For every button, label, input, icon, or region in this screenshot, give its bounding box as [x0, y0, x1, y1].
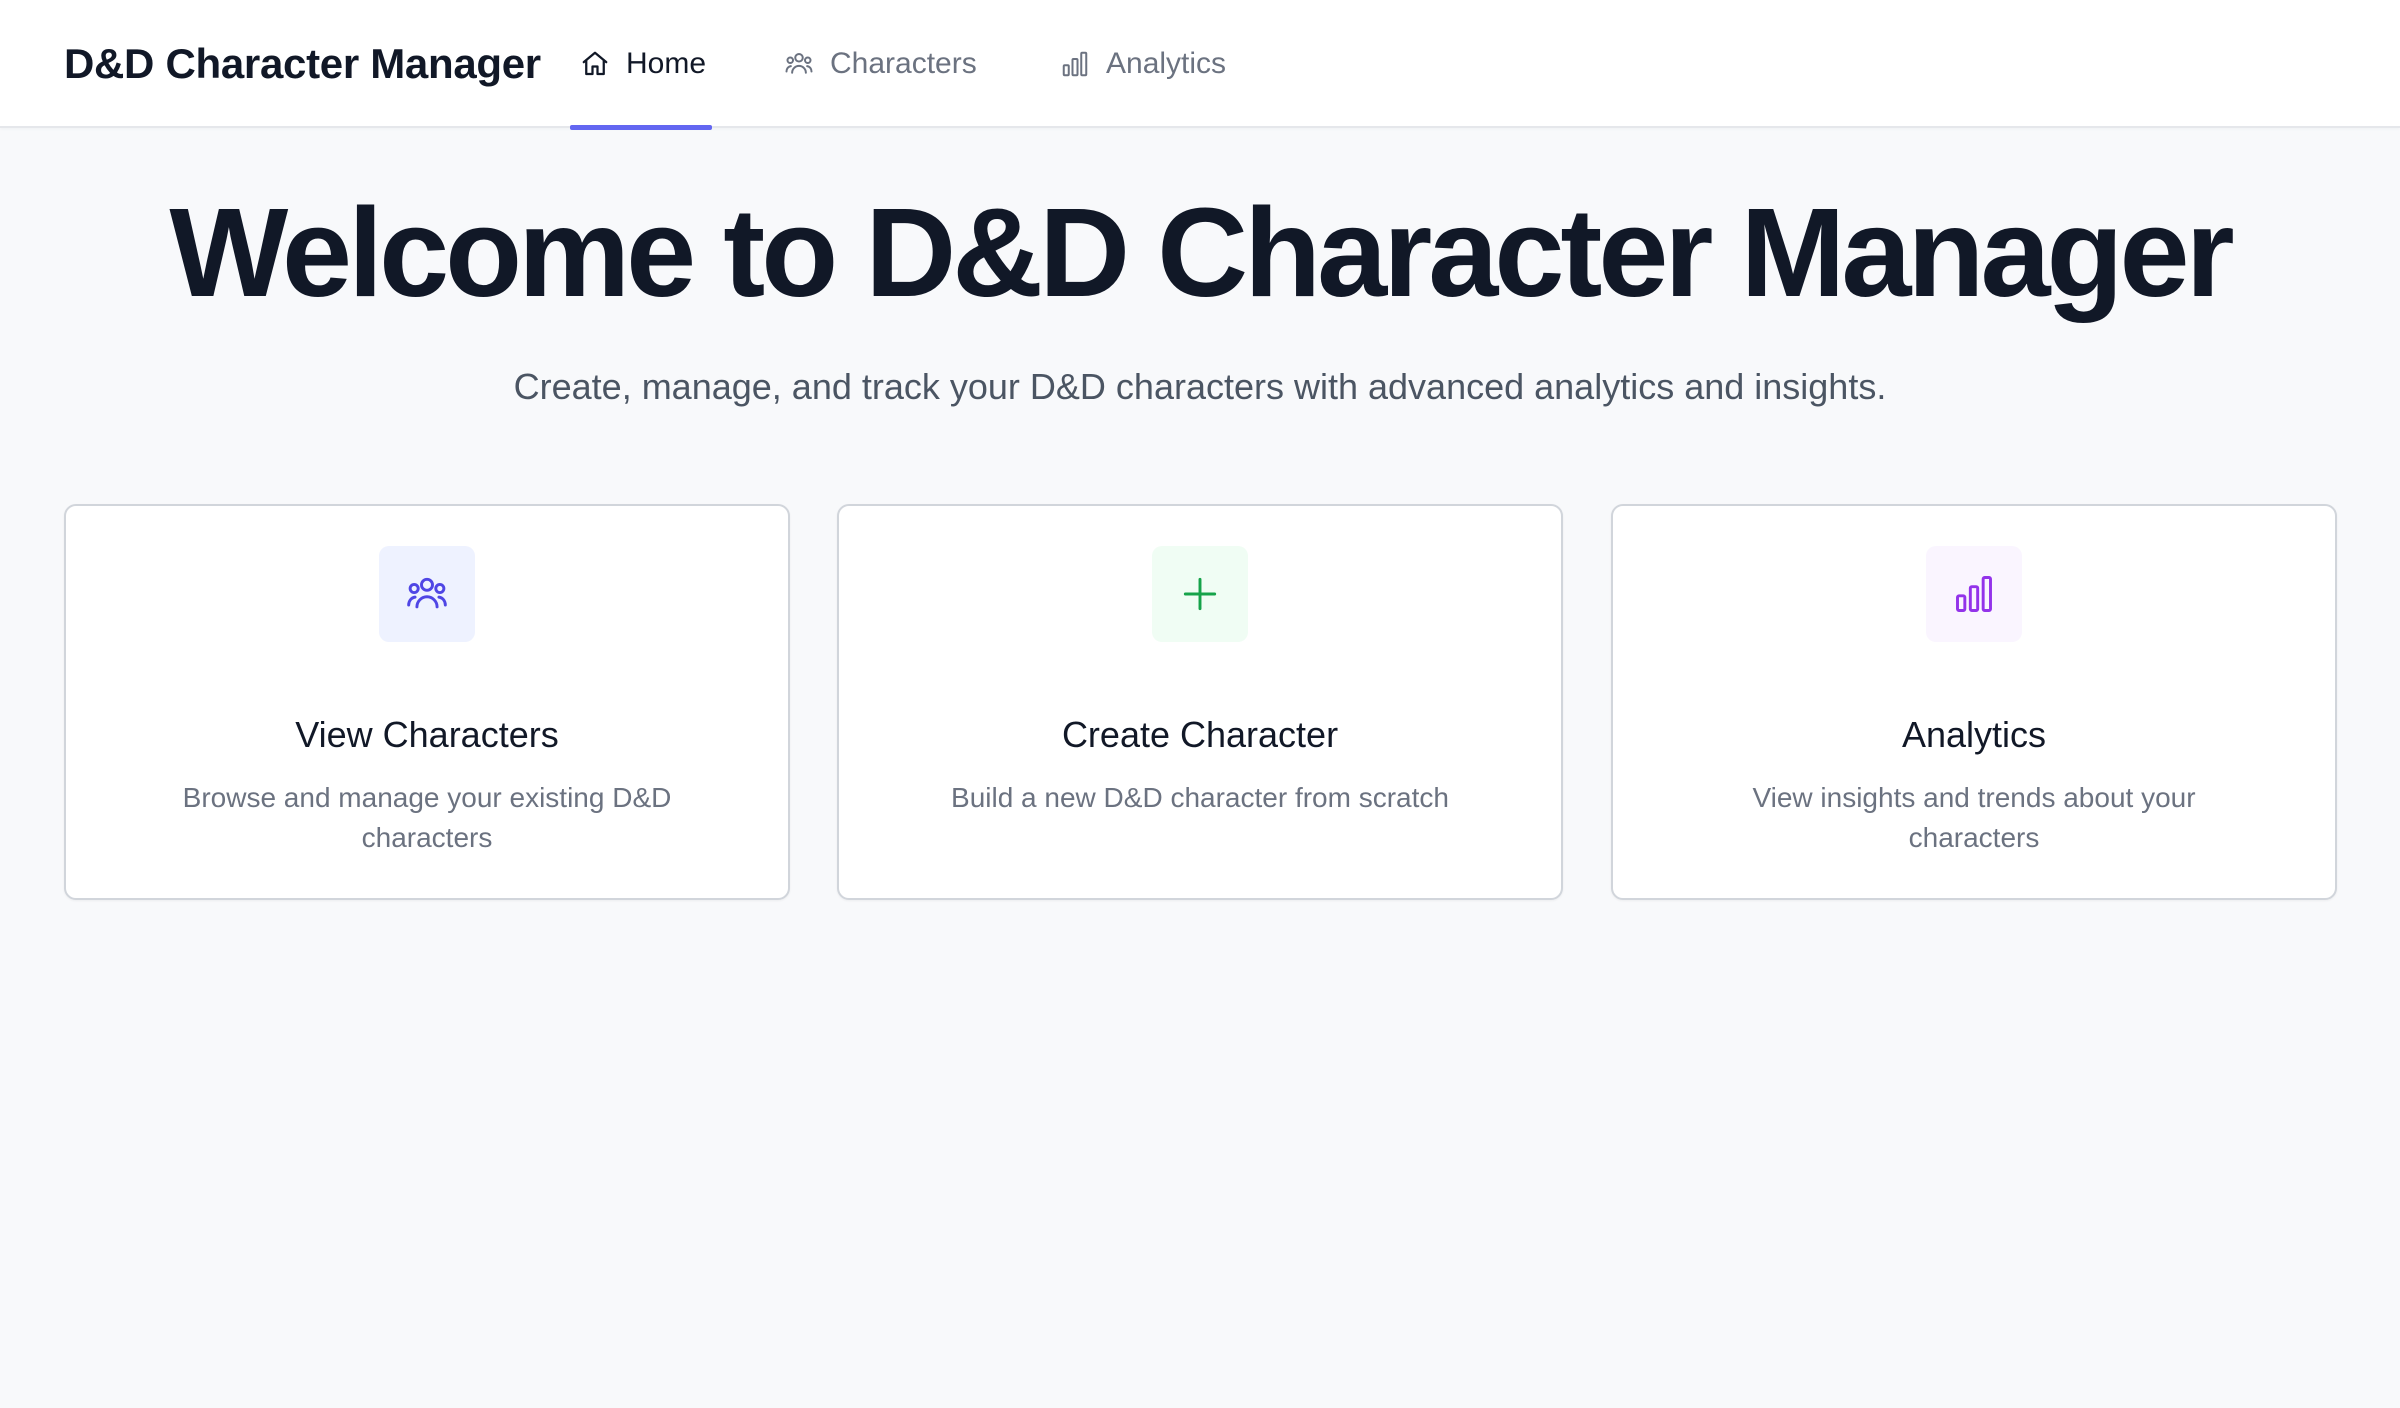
card-title: Create Character: [1061, 714, 1339, 755]
card-title: View Characters: [295, 714, 559, 755]
card-icon-container: [1926, 546, 2022, 642]
bar-chart-icon: [1062, 51, 1088, 77]
card-description: Browse and manage your existing D&D char…: [182, 782, 672, 853]
home-icon: [582, 51, 608, 76]
card-icon-container: [379, 546, 475, 642]
card-description: Build a new D&D character from scratch: [951, 782, 1449, 813]
card-title: Analytics: [1901, 714, 2047, 755]
view-characters-card[interactable]: View Characters Browse and manage your e…: [64, 504, 790, 900]
page-title: Welcome to D&D Character Manager: [169, 182, 2234, 323]
users-icon: [407, 577, 447, 609]
nav-tab-label: Characters: [830, 47, 977, 80]
nav-tab-characters[interactable]: Characters: [774, 0, 987, 128]
nav-tab-analytics[interactable]: Analytics: [1050, 0, 1236, 128]
users-icon: [785, 53, 813, 74]
nav-tab-home[interactable]: Home: [570, 0, 712, 130]
card-description: View insights and trends about your char…: [1752, 782, 2196, 853]
top-navbar: D&D Character Manager Home Characters An…: [0, 0, 2400, 130]
nav-tab-label: Home: [626, 47, 707, 80]
card-icon-container: [1152, 546, 1248, 642]
app-title[interactable]: D&D Character Manager: [64, 0, 541, 128]
analytics-card[interactable]: Analytics View insights and trends about…: [1611, 504, 2337, 900]
page-subtitle: Create, manage, and track your D&D chara…: [513, 366, 1887, 407]
nav-tab-label: Analytics: [1106, 47, 1227, 80]
bar-chart-icon: [1956, 576, 1992, 612]
create-character-card[interactable]: Create Character Build a new D&D charact…: [837, 504, 1563, 900]
plus-icon: [1183, 577, 1217, 611]
